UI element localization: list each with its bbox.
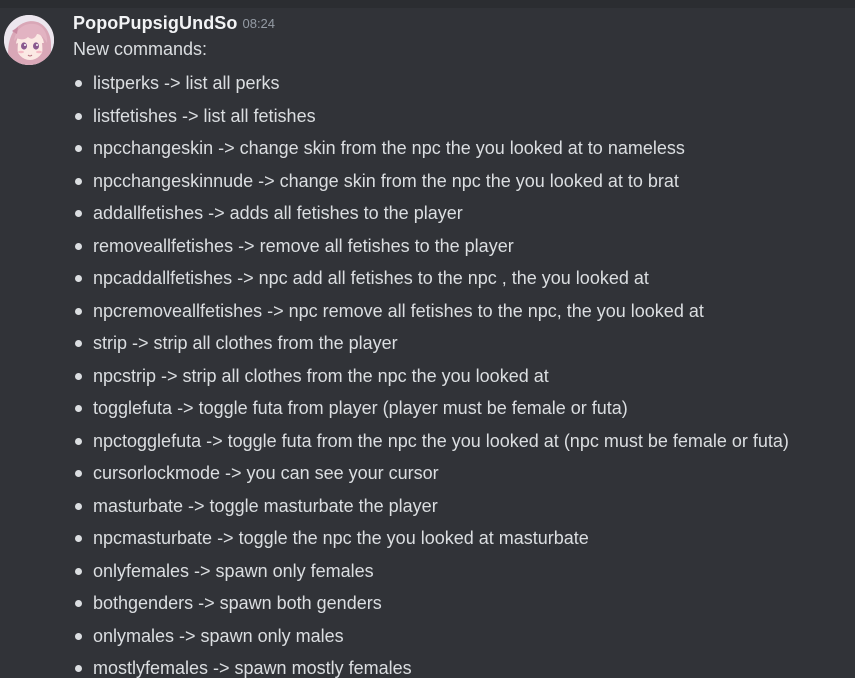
list-item-text: addallfetishes -> adds all fetishes to t… <box>93 203 463 223</box>
bullet-icon <box>75 437 82 445</box>
username[interactable]: PopoPupsigUndSo <box>73 13 237 33</box>
list-item: removeallfetishes -> remove all fetishes… <box>73 231 855 264</box>
list-item-text: npctogglefuta -> toggle futa from the np… <box>93 430 789 451</box>
list-item: onlyfemales -> spawn only females <box>73 556 855 589</box>
chat-message: PopoPupsigUndSo 08:24 New commands: listp… <box>0 8 855 678</box>
list-item-text: mostlyfemales -> spawn mostly females <box>93 658 412 678</box>
list-item-text: npcremoveallfetishes -> npc remove all f… <box>93 300 704 321</box>
bullet-icon <box>75 600 82 607</box>
bullet-icon <box>75 340 82 347</box>
bullet-icon <box>75 470 82 477</box>
list-item: togglefuta -> toggle futa from player (p… <box>73 393 855 426</box>
list-item: listfetishes -> list all fetishes <box>73 101 855 134</box>
list-item-text: npcchangeskin -> change skin from the np… <box>93 138 685 158</box>
user-avatar[interactable] <box>4 15 54 65</box>
bullet-icon <box>75 275 82 282</box>
list-item: listperks -> list all perks <box>73 68 855 101</box>
bullet-icon <box>75 210 82 217</box>
message-intro: New commands: <box>73 39 208 59</box>
bullet-icon <box>75 177 82 185</box>
list-item-text: onlymales -> spawn only males <box>93 625 344 646</box>
list-item-text: npcaddallfetishes -> npc add all fetishe… <box>93 268 649 288</box>
list-item: npctogglefuta -> toggle futa from the np… <box>73 426 855 459</box>
bullet-icon <box>75 80 82 87</box>
bullet-icon <box>75 307 82 315</box>
list-item-text: listfetishes -> list all fetishes <box>93 105 316 126</box>
message-header: PopoPupsigUndSo 08:24 <box>73 13 275 37</box>
bullet-icon <box>75 405 82 412</box>
list-item: npcmasturbate -> toggle the npc the you … <box>73 523 855 556</box>
list-item-text: masturbate -> toggle masturbate the play… <box>93 495 438 516</box>
list-item-text: npcchangeskinnude -> change skin from th… <box>93 170 679 191</box>
list-item: mostlyfemales -> spawn mostly females <box>73 653 855 678</box>
list-item: onlymales -> spawn only males <box>73 621 855 654</box>
list-item: npcaddallfetishes -> npc add all fetishe… <box>73 263 855 296</box>
list-item: strip -> strip all clothes from the play… <box>73 328 855 361</box>
list-item-text: cursorlockmode -> you can see your curso… <box>93 463 439 483</box>
command-list: listperks -> list all perks listfetishes… <box>73 68 855 678</box>
list-item-text: bothgenders -> spawn both genders <box>93 593 382 613</box>
list-item: cursorlockmode -> you can see your curso… <box>73 458 855 491</box>
list-item: masturbate -> toggle masturbate the play… <box>73 491 855 524</box>
bullet-icon <box>75 535 82 542</box>
timestamp[interactable]: 08:24 <box>242 16 275 31</box>
bullet-icon <box>75 567 82 575</box>
list-item-text: removeallfetishes -> remove all fetishes… <box>93 235 514 256</box>
list-item: bothgenders -> spawn both genders <box>73 588 855 621</box>
avatar-image <box>4 15 54 65</box>
bullet-icon <box>75 502 82 510</box>
top-divider <box>0 0 855 8</box>
list-item: npcchangeskin -> change skin from the np… <box>73 133 855 166</box>
bullet-icon <box>75 665 82 672</box>
list-item: npcremoveallfetishes -> npc remove all f… <box>73 296 855 329</box>
bullet-icon <box>75 112 82 120</box>
list-item: npcstrip -> strip all clothes from the n… <box>73 361 855 394</box>
list-item: npcchangeskinnude -> change skin from th… <box>73 166 855 199</box>
list-item-text: npcmasturbate -> toggle the npc the you … <box>93 528 589 548</box>
list-item-text: onlyfemales -> spawn only females <box>93 560 374 581</box>
list-item-text: npcstrip -> strip all clothes from the n… <box>93 365 549 386</box>
bullet-icon <box>75 242 82 250</box>
bullet-icon <box>75 632 82 640</box>
list-item-text: togglefuta -> toggle futa from player (p… <box>93 398 628 418</box>
list-item-text: strip -> strip all clothes from the play… <box>93 333 398 353</box>
list-item: addallfetishes -> adds all fetishes to t… <box>73 198 855 231</box>
bullet-icon <box>75 372 82 380</box>
list-item-text: listperks -> list all perks <box>93 73 280 93</box>
bullet-icon <box>75 145 82 152</box>
